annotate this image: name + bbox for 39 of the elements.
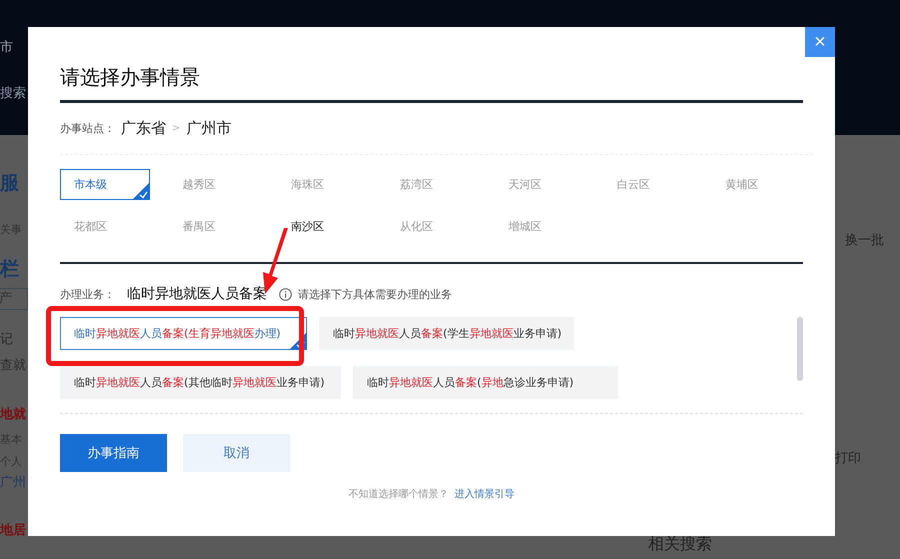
cancel-button[interactable]: 取消	[183, 434, 290, 472]
district-option[interactable]: 白云区	[602, 169, 693, 200]
guide-link[interactable]: 进入情景引导	[454, 487, 514, 501]
info-icon	[279, 288, 292, 300]
district-option[interactable]: 黄埔区	[712, 169, 802, 200]
district-option[interactable]: 天河区	[494, 169, 584, 200]
business-option[interactable]: 临时异地就医人员备案(学生异地就医业务申请)	[319, 317, 574, 350]
close-button[interactable]: ×	[805, 27, 835, 57]
breadcrumb-link[interactable]: 广东省	[121, 119, 166, 138]
background-text: 换一批	[845, 232, 885, 249]
scrollbar-thumb[interactable]	[797, 317, 803, 381]
background-text: 打印	[835, 450, 862, 467]
background-text: 市	[0, 40, 14, 56]
district-option[interactable]: 海珠区	[277, 169, 368, 200]
hint-text: 请选择下方具体需要办理的业务	[298, 286, 452, 302]
business-option[interactable]: 临时异地就医人员备案(生育异地就医办理)	[60, 317, 307, 350]
footer-text: 不知道选择哪个情景？	[348, 488, 448, 501]
field-label: 办理业务：	[60, 286, 115, 302]
business-option[interactable]: 临时异地就医人员备案(异地急诊业务申请)	[353, 366, 618, 398]
district-option[interactable]: 荔湾区	[386, 169, 476, 200]
district-option[interactable]: 从化区	[386, 211, 476, 242]
district-option[interactable]: 南沙区	[277, 211, 368, 242]
check-icon	[132, 182, 150, 200]
background-text: 搜索	[0, 86, 27, 102]
guide-button[interactable]: 办事指南	[60, 434, 167, 472]
section-heading: 相关搜索	[648, 534, 712, 555]
breadcrumb-link[interactable]: 广州市	[186, 119, 232, 138]
business-option[interactable]: 临时异地就医人员备案(其他临时异地就医业务申请)	[60, 366, 341, 398]
background-text: 广州	[0, 475, 27, 491]
district-option[interactable]: 越秀区	[168, 169, 259, 200]
district-option[interactable]: 花都区	[60, 211, 150, 242]
check-icon	[289, 332, 307, 350]
breadcrumb-separator: >	[172, 123, 180, 134]
district-option[interactable]: 增城区	[494, 211, 584, 242]
dialog-title: 请选择办事情景	[60, 65, 201, 89]
field-label: 办事站点：	[60, 121, 115, 136]
district-option[interactable]: 市本级	[60, 169, 150, 200]
district-option[interactable]: 番禺区	[168, 211, 259, 242]
business-name: 临时异地就医人员备案	[127, 285, 267, 303]
